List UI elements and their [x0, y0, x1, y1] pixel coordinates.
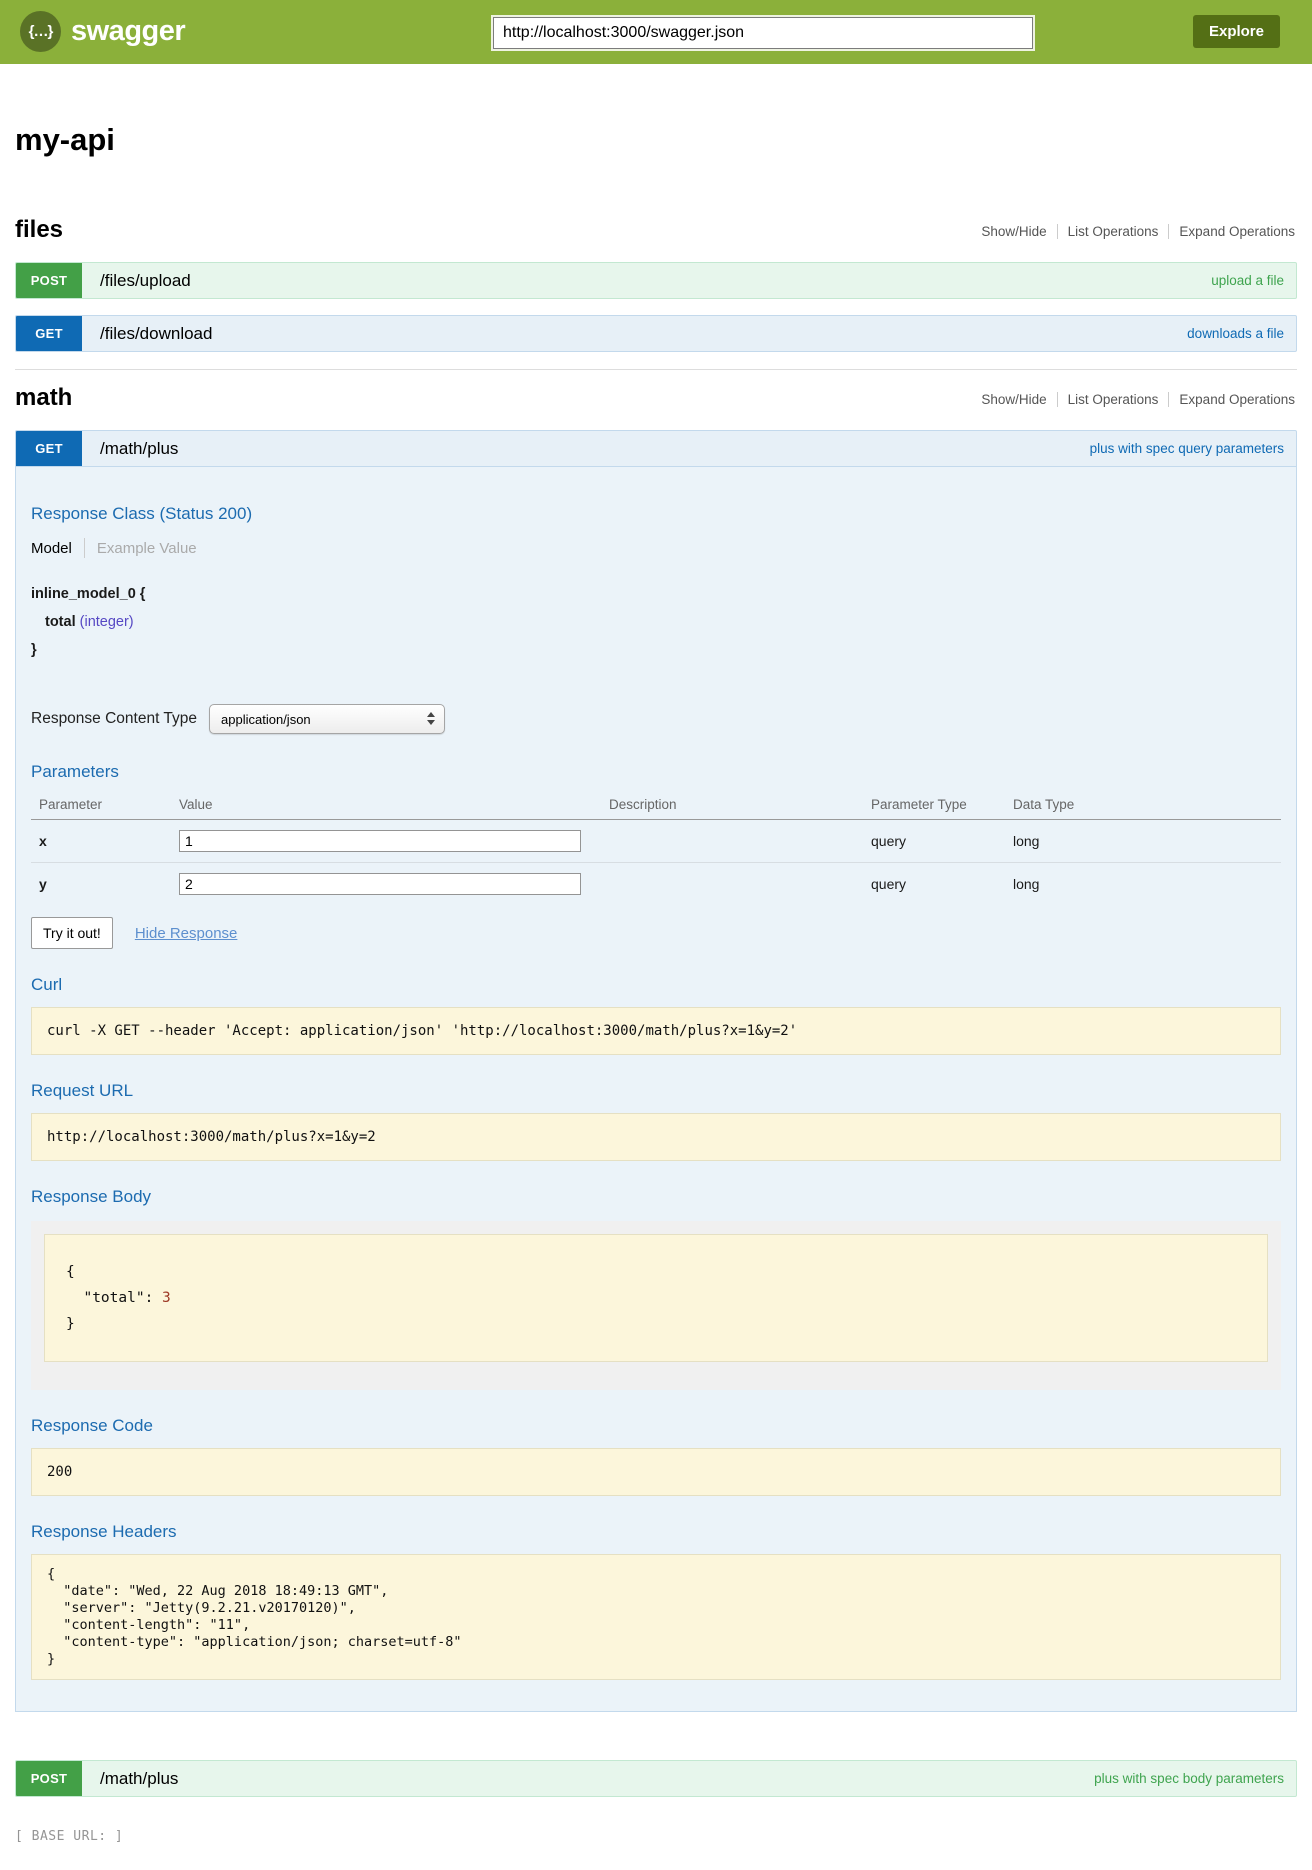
col-description: Description [601, 790, 863, 820]
files-upload-summary-link[interactable]: upload a file [1211, 263, 1296, 298]
response-content-type-label: Response Content Type [31, 710, 197, 728]
parameter-y-value-input[interactable] [179, 873, 581, 895]
response-content-type-select[interactable]: application/json [209, 704, 445, 734]
response-body-number: 3 [162, 1290, 171, 1306]
response-body-json: { "total": 3 } [44, 1234, 1268, 1362]
model-tabs: Model Example Value [31, 538, 1281, 558]
files-section-title: files [15, 216, 63, 244]
explore-button[interactable]: Explore [1193, 15, 1280, 48]
parameter-description [601, 820, 863, 863]
parameters-header-row: Parameter Value Description Parameter Ty… [31, 790, 1281, 820]
col-parameter-type: Parameter Type [863, 790, 1005, 820]
operation-row-get-files-download[interactable]: GET /files/download downloads a file [15, 315, 1297, 352]
parameter-name: x [31, 820, 171, 863]
col-data-type: Data Type [1005, 790, 1281, 820]
tab-example-value[interactable]: Example Value [97, 540, 197, 557]
base-url-label: [ BASE URL: ] [15, 1829, 1297, 1844]
math-plus-post-summary-link[interactable]: plus with spec body parameters [1094, 1761, 1296, 1796]
parameter-data-type: long [1005, 863, 1281, 906]
response-content-type-value: application/json [221, 712, 311, 727]
swagger-brand[interactable]: {…} swagger [20, 11, 185, 52]
try-it-out-row: Try it out! Hide Response [31, 917, 1281, 949]
math-plus-get-path-link[interactable]: /math/plus [82, 431, 1090, 466]
try-it-out-button[interactable]: Try it out! [31, 917, 113, 949]
parameter-type: query [863, 820, 1005, 863]
files-download-summary-link[interactable]: downloads a file [1187, 316, 1296, 351]
brand-title: swagger [71, 15, 185, 48]
api-title: my-api [15, 64, 1297, 158]
response-class-heading: Response Class (Status 200) [31, 504, 1281, 524]
main-content: my-api files Show/HideList OperationsExp… [0, 64, 1312, 1844]
files-section-controls: Show/HideList OperationsExpand Operation… [971, 224, 1297, 244]
section-divider [15, 369, 1297, 370]
files-expand-operations-link[interactable]: Expand Operations [1168, 224, 1297, 239]
operation-row-get-math-plus[interactable]: GET /math/plus plus with spec query para… [15, 430, 1297, 467]
parameter-row-y: y query long [31, 863, 1281, 906]
get-method-badge[interactable]: GET [16, 316, 82, 351]
operation-row-post-files-upload[interactable]: POST /files/upload upload a file [15, 262, 1297, 299]
curl-command-block: curl -X GET --header 'Accept: applicatio… [31, 1007, 1281, 1055]
response-body-heading: Response Body [31, 1187, 1281, 1207]
swagger-logo-icon: {…} [20, 11, 61, 52]
parameter-name: y [31, 863, 171, 906]
model-close-line: } [31, 636, 1281, 664]
operation-detail-panel: Response Class (Status 200) Model Exampl… [15, 467, 1297, 1712]
model-open-line: inline_model_0 { [31, 580, 1281, 608]
math-expand-operations-link[interactable]: Expand Operations [1168, 392, 1297, 407]
hide-response-link[interactable]: Hide Response [135, 925, 238, 942]
response-code-heading: Response Code [31, 1416, 1281, 1436]
get-method-badge[interactable]: GET [16, 431, 82, 466]
response-headers-block: { "date": "Wed, 22 Aug 2018 18:49:13 GMT… [31, 1554, 1281, 1680]
col-parameter: Parameter [31, 790, 171, 820]
math-plus-get-summary-link[interactable]: plus with spec query parameters [1090, 431, 1296, 466]
select-arrows-icon [427, 712, 435, 725]
math-plus-post-path-link[interactable]: /math/plus [82, 1761, 1094, 1796]
operation-row-post-math-plus[interactable]: POST /math/plus plus with spec body para… [15, 1760, 1297, 1797]
response-content-type-row: Response Content Type application/json [31, 704, 1281, 734]
tab-divider [84, 538, 85, 558]
math-show-hide-link[interactable]: Show/Hide [971, 392, 1056, 407]
tab-model[interactable]: Model [31, 540, 72, 557]
col-value: Value [171, 790, 601, 820]
parameters-heading: Parameters [31, 762, 1281, 782]
math-list-operations-link[interactable]: List Operations [1057, 392, 1169, 407]
parameter-data-type: long [1005, 820, 1281, 863]
topbar: {…} swagger Explore [0, 0, 1312, 64]
files-show-hide-link[interactable]: Show/Hide [971, 224, 1056, 239]
request-url-block: http://localhost:3000/math/plus?x=1&y=2 [31, 1113, 1281, 1161]
swagger-logo-glyph: {…} [29, 23, 53, 40]
curl-heading: Curl [31, 975, 1281, 995]
parameter-type: query [863, 863, 1005, 906]
math-section-header: math Show/HideList OperationsExpand Oper… [15, 384, 1297, 412]
model-property-type: (integer) [80, 614, 134, 630]
request-url-heading: Request URL [31, 1081, 1281, 1101]
parameter-row-x: x query long [31, 820, 1281, 863]
model-property-name: total [45, 614, 76, 630]
parameter-description [601, 863, 863, 906]
files-download-path-link[interactable]: /files/download [82, 316, 1187, 351]
files-list-operations-link[interactable]: List Operations [1057, 224, 1169, 239]
model-property-line: total (integer) [31, 608, 1281, 636]
response-code-block: 200 [31, 1448, 1281, 1496]
model-signature: inline_model_0 { total (integer) } [31, 580, 1281, 664]
files-section-header: files Show/HideList OperationsExpand Ope… [15, 216, 1297, 244]
post-method-badge[interactable]: POST [16, 1761, 82, 1796]
parameter-x-value-input[interactable] [179, 830, 581, 852]
math-section-controls: Show/HideList OperationsExpand Operation… [971, 392, 1297, 412]
spec-url-input[interactable] [493, 17, 1033, 49]
math-section-title: math [15, 384, 72, 412]
response-headers-heading: Response Headers [31, 1522, 1281, 1542]
parameters-table: Parameter Value Description Parameter Ty… [31, 790, 1281, 905]
files-upload-path-link[interactable]: /files/upload [82, 263, 1211, 298]
post-method-badge[interactable]: POST [16, 263, 82, 298]
response-body-container: { "total": 3 } [31, 1221, 1281, 1390]
